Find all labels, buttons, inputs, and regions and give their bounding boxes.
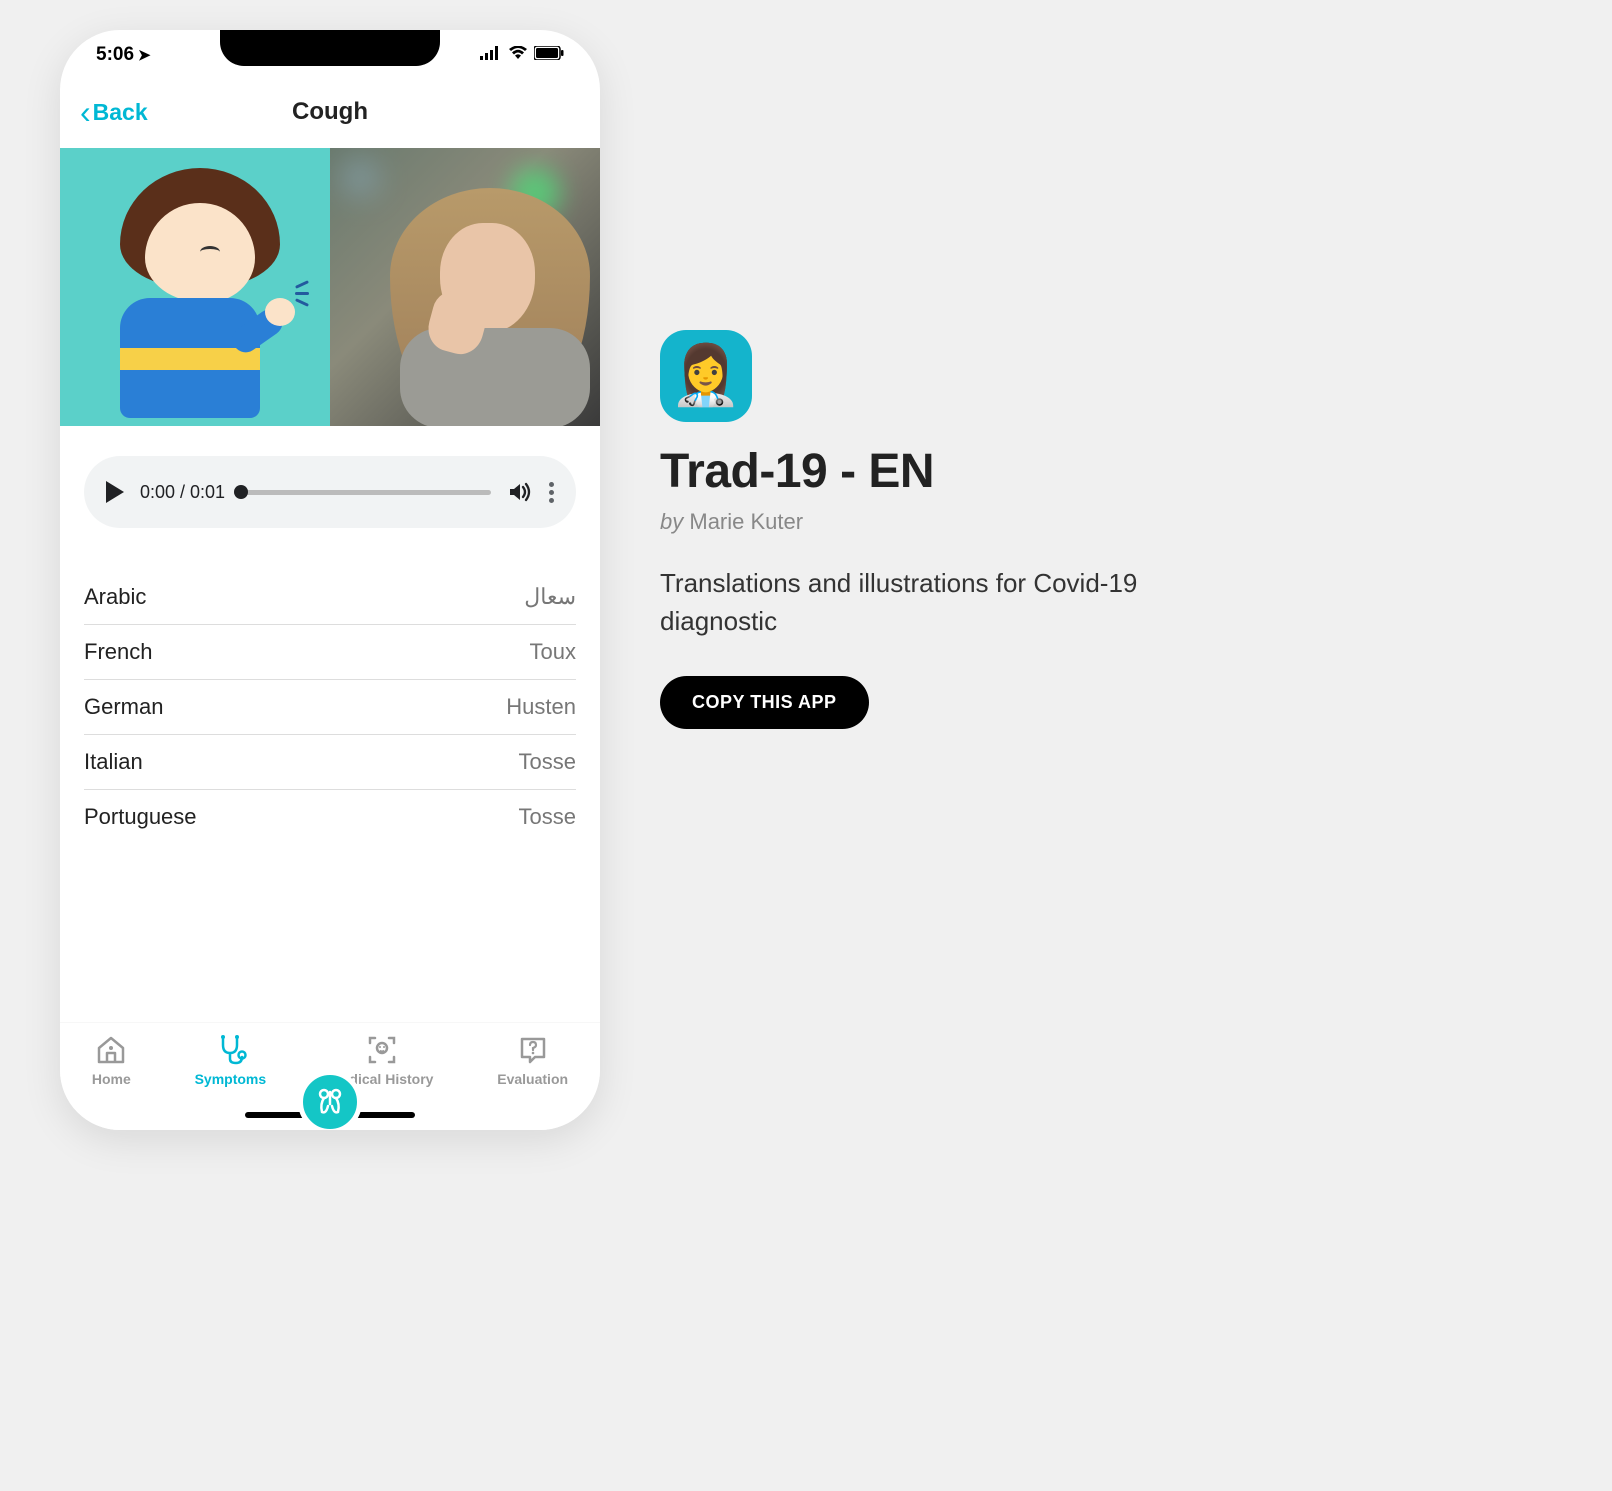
tab-label: Evaluation bbox=[497, 1071, 568, 1087]
phone-notch bbox=[220, 30, 440, 66]
app-description: Translations and illustrations for Covid… bbox=[660, 565, 1180, 640]
page-title: Cough bbox=[292, 98, 368, 126]
wifi-icon bbox=[508, 44, 528, 66]
tab-symptoms[interactable]: Symptoms bbox=[195, 1033, 267, 1087]
app-info-panel: 👩‍⚕️ Trad-19 - EN by Marie Kuter Transla… bbox=[660, 330, 1180, 729]
translation-lang: Italian bbox=[84, 749, 143, 775]
translation-lang: German bbox=[84, 694, 163, 720]
translation-value: Husten bbox=[506, 694, 576, 720]
audio-seek-track[interactable] bbox=[241, 490, 491, 495]
translation-row[interactable]: Arabic سعال bbox=[84, 570, 576, 625]
audio-more-icon[interactable] bbox=[549, 482, 554, 503]
status-time: 5:06 bbox=[96, 44, 134, 66]
chevron-left-icon: ‹ bbox=[80, 96, 91, 128]
translations-list: Arabic سعال French Toux German Husten It… bbox=[84, 570, 576, 844]
by-label: by bbox=[660, 509, 683, 534]
symptom-images bbox=[60, 148, 600, 426]
tab-home[interactable]: Home bbox=[92, 1033, 131, 1087]
copy-app-button[interactable]: COPY THIS APP bbox=[660, 676, 869, 729]
phone-mockup: 5:06 ➤ ‹ Back Cough bbox=[60, 30, 600, 1130]
lungs-badge-icon bbox=[298, 1070, 362, 1130]
translation-lang: French bbox=[84, 639, 152, 665]
app-author: by Marie Kuter bbox=[660, 509, 1180, 535]
tab-label: Symptoms bbox=[195, 1071, 267, 1087]
doctor-emoji-icon: 👩‍⚕️ bbox=[670, 342, 742, 410]
audio-time: 0:00 / 0:01 bbox=[140, 482, 225, 503]
back-label: Back bbox=[93, 99, 148, 126]
home-icon bbox=[94, 1033, 128, 1067]
stethoscope-icon bbox=[213, 1033, 247, 1067]
cellular-icon bbox=[480, 44, 502, 66]
nav-bar: ‹ Back Cough bbox=[60, 72, 600, 148]
illustration-cough bbox=[60, 148, 330, 426]
app-icon: 👩‍⚕️ bbox=[660, 330, 752, 422]
content-area: 0:00 / 0:01 Arabic سعال French Toux Germ… bbox=[60, 426, 600, 844]
location-icon: ➤ bbox=[138, 46, 151, 64]
translation-row[interactable]: French Toux bbox=[84, 625, 576, 680]
audio-player[interactable]: 0:00 / 0:01 bbox=[84, 456, 576, 528]
translation-row[interactable]: Portuguese Tosse bbox=[84, 790, 576, 844]
translation-value: Tosse bbox=[519, 749, 576, 775]
photo-cough bbox=[330, 148, 600, 426]
translation-lang: Portuguese bbox=[84, 804, 197, 830]
tab-label: Home bbox=[92, 1071, 131, 1087]
battery-icon bbox=[534, 44, 564, 66]
question-chat-icon bbox=[516, 1033, 550, 1067]
translation-value: Tosse bbox=[519, 804, 576, 830]
back-button[interactable]: ‹ Back bbox=[80, 96, 148, 128]
translation-lang: Arabic bbox=[84, 584, 146, 610]
translation-row[interactable]: Italian Tosse bbox=[84, 735, 576, 790]
tab-evaluation[interactable]: Evaluation bbox=[497, 1033, 568, 1087]
face-scan-icon bbox=[365, 1033, 399, 1067]
translation-row[interactable]: German Husten bbox=[84, 680, 576, 735]
app-title: Trad-19 - EN bbox=[660, 444, 1180, 499]
volume-icon[interactable] bbox=[507, 479, 533, 505]
play-icon[interactable] bbox=[106, 481, 124, 503]
translation-value: Toux bbox=[530, 639, 576, 665]
author-name: Marie Kuter bbox=[689, 509, 803, 534]
translation-value: سعال bbox=[524, 584, 576, 610]
